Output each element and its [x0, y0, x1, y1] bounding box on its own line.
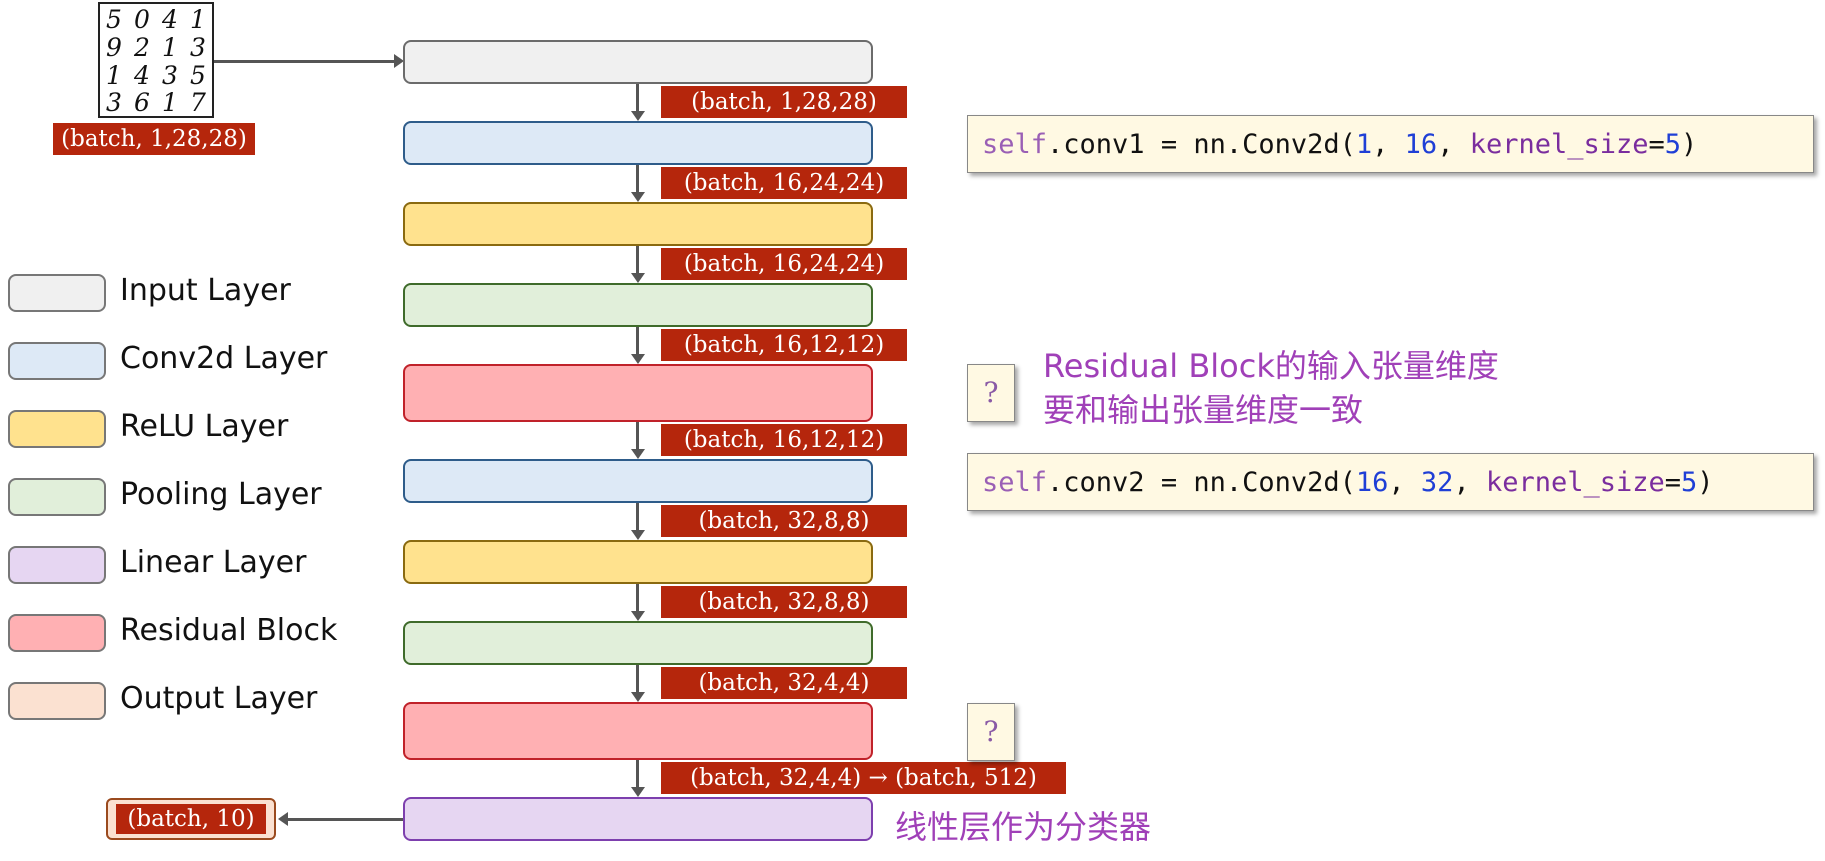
input-shape-label: (batch, 1,28,28) [53, 123, 255, 155]
shape-label: (batch, 16,24,24) [661, 167, 907, 199]
arrow-head [631, 192, 645, 202]
connector [636, 84, 639, 114]
connector [636, 760, 639, 790]
shape-label: (batch, 16,12,12) [661, 329, 907, 361]
output-shape-label: (batch, 10) [116, 804, 266, 834]
arrow-head [631, 111, 645, 121]
linear-classifier-note: 线性层作为分类器 [895, 808, 1152, 846]
conv2d-layer-box-1 [403, 121, 873, 165]
digit-row: 5041 [106, 5, 206, 34]
arrow-head [631, 530, 645, 540]
arrow-head [631, 611, 645, 621]
legend-swatch-conv2d [8, 342, 106, 380]
legend-swatch-relu [8, 410, 106, 448]
shape-label: (batch, 16,12,12) [661, 424, 907, 456]
legend-label-residual: Residual Block [120, 613, 338, 648]
legend-label-conv2d: Conv2d Layer [120, 341, 328, 376]
question-box-1: ? [967, 364, 1015, 422]
connector [636, 584, 639, 614]
legend-swatch-pooling [8, 478, 106, 516]
conv2d-layer-box-2 [403, 459, 873, 503]
image-to-input-arrow [214, 60, 396, 63]
legend-label-pooling: Pooling Layer [120, 477, 322, 512]
arrow-head [631, 787, 645, 797]
shape-label: (batch, 1,28,28) [661, 86, 907, 118]
arrow-head [631, 449, 645, 459]
legend-swatch-linear [8, 546, 106, 584]
digit-row: 9213 [106, 33, 206, 62]
shape-label: (batch, 32,8,8) [661, 505, 907, 537]
shape-label-flatten: (batch, 32,4,4) → (batch, 512) [661, 762, 1066, 794]
connector [636, 327, 639, 357]
digit-row: 3617 [106, 88, 206, 117]
arrow-head [631, 354, 645, 364]
residual-block-box-2 [403, 702, 873, 760]
legend-label-relu: ReLU Layer [120, 409, 289, 444]
relu-layer-box-2 [403, 540, 873, 584]
legend-label-output: Output Layer [120, 681, 318, 716]
connector [636, 503, 639, 533]
shape-label: (batch, 32,8,8) [661, 586, 907, 618]
residual-note-line-2: 要和输出张量维度一致 [1043, 391, 1364, 429]
digit-row: 1435 [106, 61, 206, 90]
pooling-layer-box-1 [403, 283, 873, 327]
linear-layer-box [403, 797, 873, 841]
connector [636, 665, 639, 695]
arrow-head [278, 812, 288, 826]
legend-label-input: Input Layer [120, 273, 291, 308]
connector [636, 246, 639, 276]
pooling-layer-box-2 [403, 621, 873, 665]
mnist-digits-image: 5041 9213 1435 3617 [98, 2, 214, 118]
legend-swatch-output [8, 682, 106, 720]
connector [636, 165, 639, 195]
code-conv2: self.conv2 = nn.Conv2d(16, 32, kernel_si… [967, 453, 1814, 511]
shape-label: (batch, 16,24,24) [661, 248, 907, 280]
code-conv1: self.conv1 = nn.Conv2d(1, 16, kernel_siz… [967, 115, 1814, 173]
residual-block-box-1 [403, 364, 873, 422]
arrow-head [631, 273, 645, 283]
legend-swatch-residual [8, 614, 106, 652]
connector [636, 422, 639, 452]
shape-label: (batch, 32,4,4) [661, 667, 907, 699]
question-box-2: ? [967, 703, 1015, 761]
legend-swatch-input [8, 274, 106, 312]
linear-to-output-arrow [288, 818, 403, 821]
input-layer-box [403, 40, 873, 84]
legend-label-linear: Linear Layer [120, 545, 307, 580]
residual-note-line-1: Residual Block的输入张量维度 [1043, 347, 1499, 385]
relu-layer-box-1 [403, 202, 873, 246]
arrow-head [631, 692, 645, 702]
